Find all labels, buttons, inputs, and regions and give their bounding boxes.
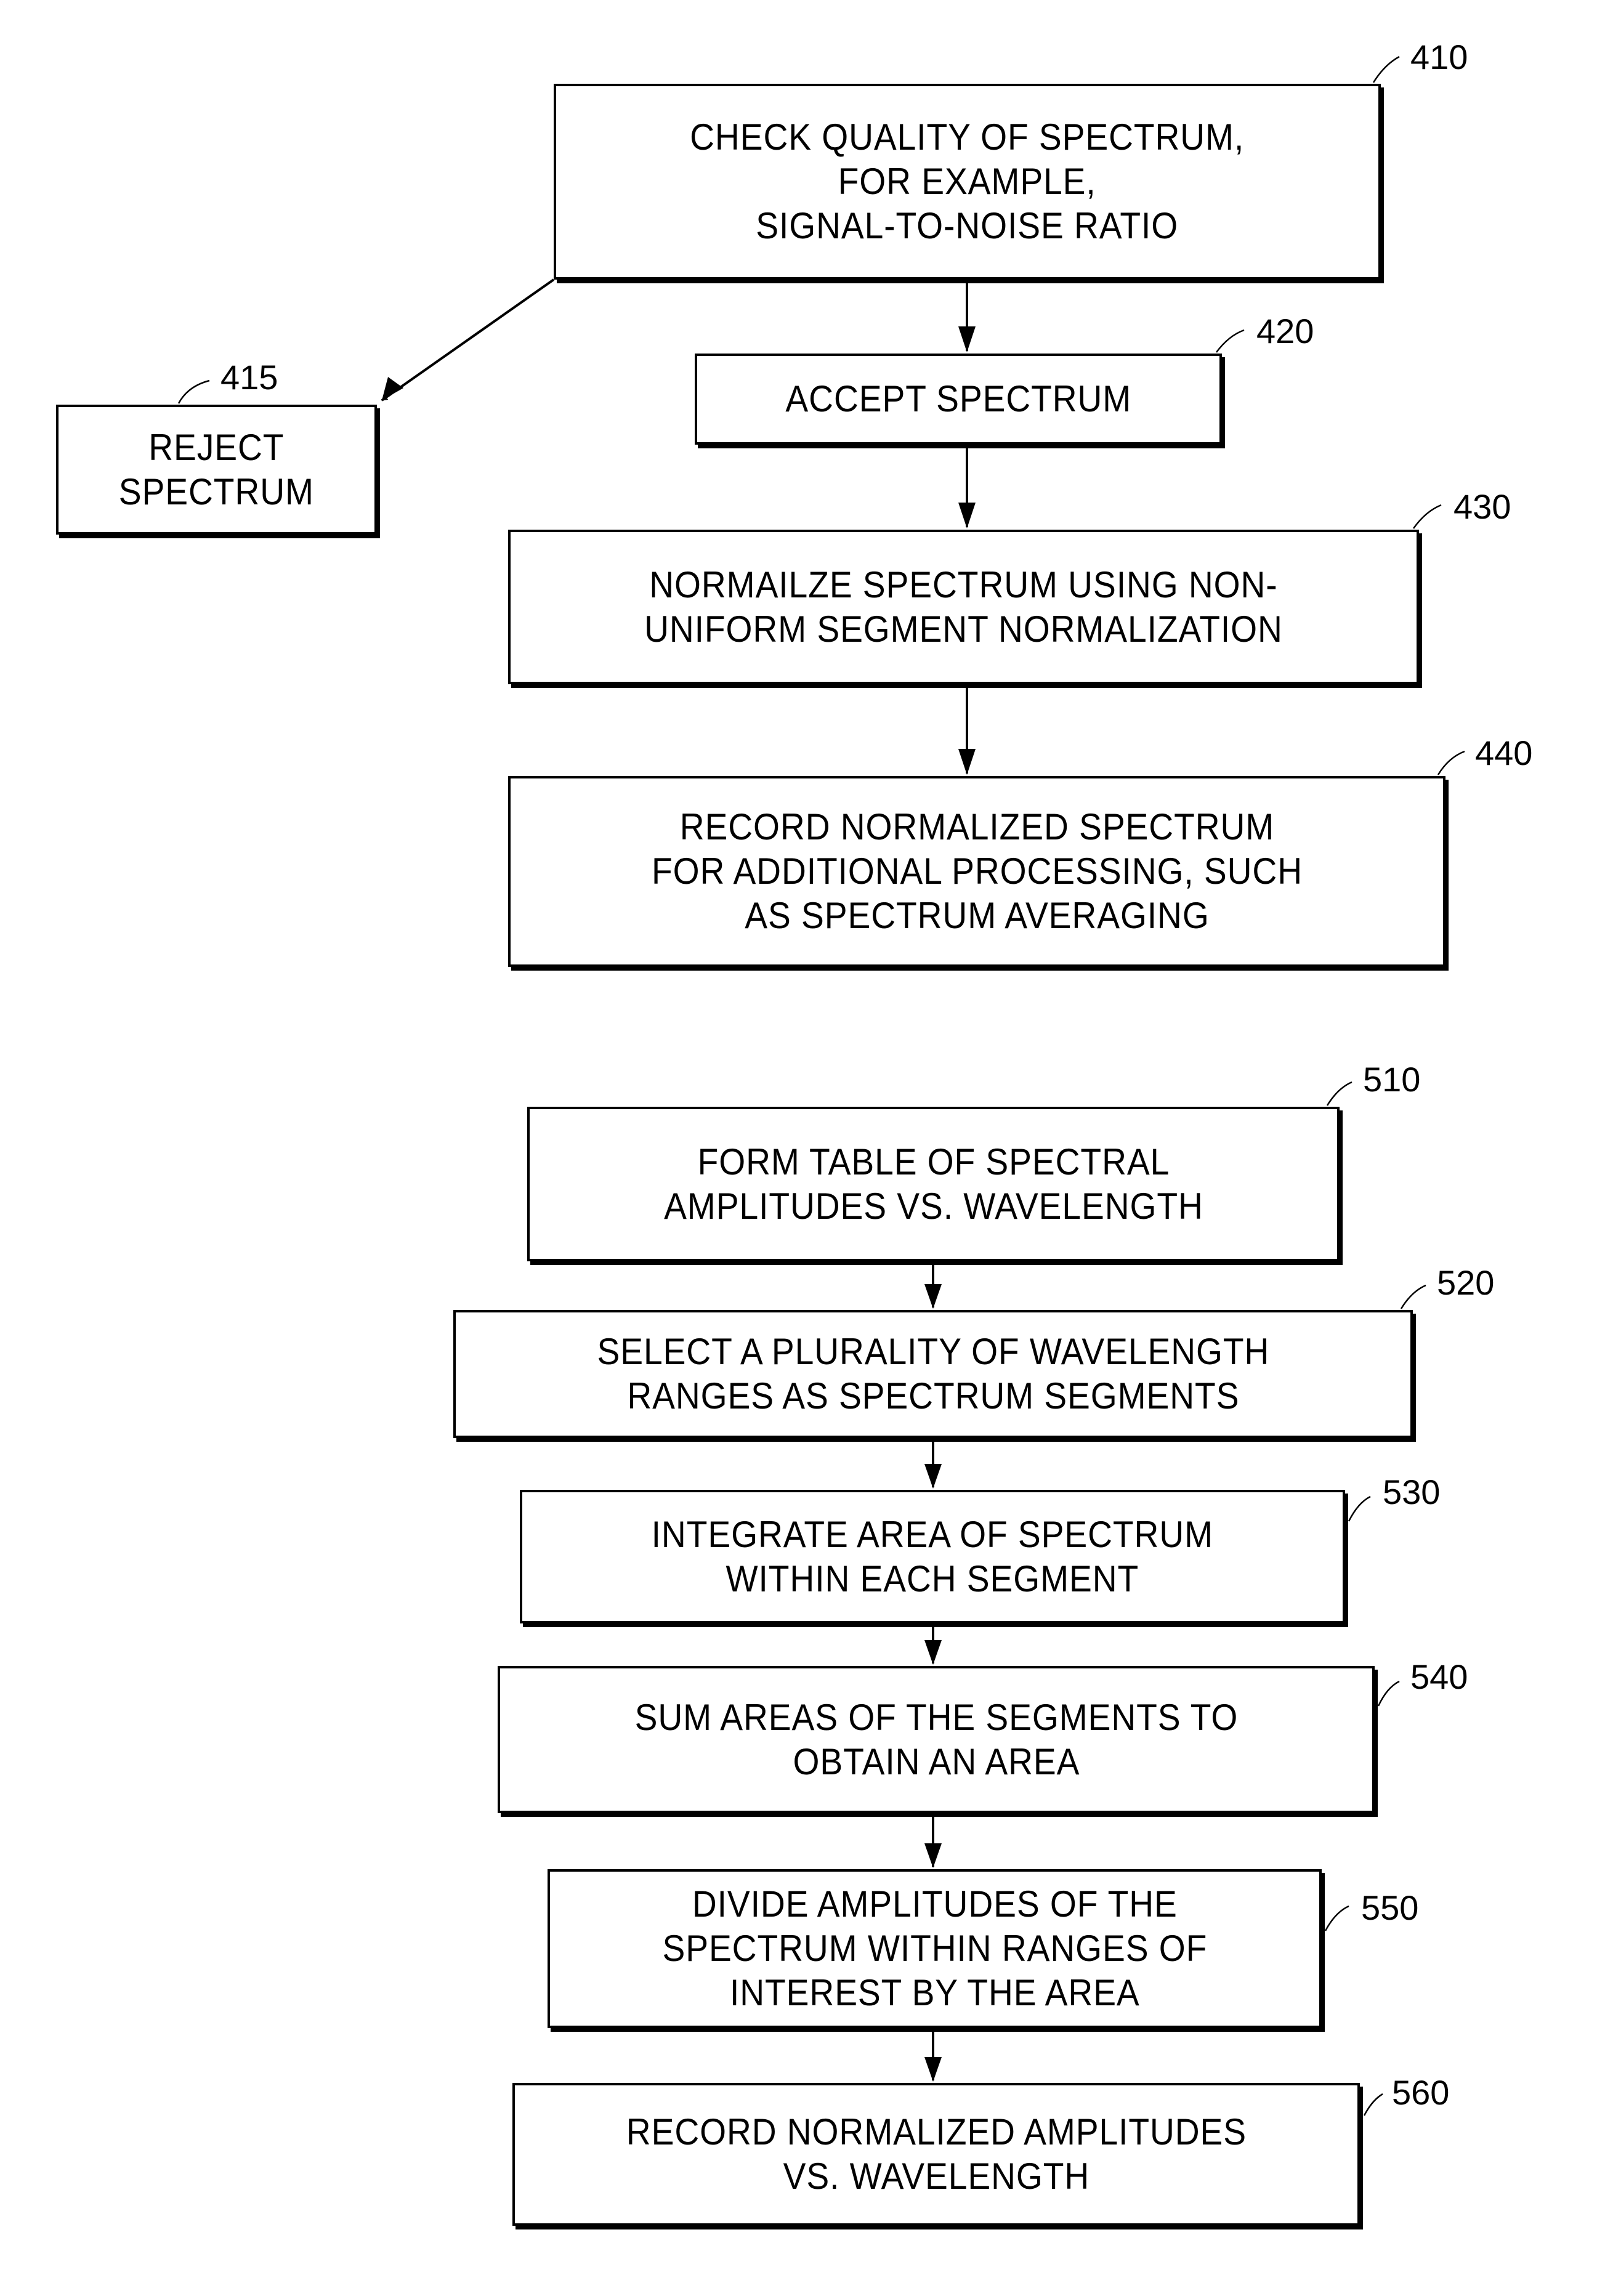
leader-560 [1363, 2093, 1383, 2116]
ref-430: 430 [1453, 487, 1511, 526]
arrowhead-560 [924, 2057, 942, 2082]
step-530-integrate-area: INTEGRATE AREA OF SPECTRUM WITHIN EACH S… [520, 1490, 1345, 1623]
step-440-record-normalized-spectrum: RECORD NORMALIZED SPECTRUM FOR ADDITIONA… [508, 776, 1445, 967]
step-530-text: INTEGRATE AREA OF SPECTRUM WITHIN EACH S… [651, 1513, 1214, 1599]
step-550-text: DIVIDE AMPLITUDES OF THE SPECTRUM WITHIN… [662, 1883, 1207, 2013]
ref-560: 560 [1392, 2073, 1450, 2112]
leader-410 [1372, 55, 1400, 83]
ref-410: 410 [1410, 38, 1468, 76]
step-520-select-ranges: SELECT A PLURALITY OF WAVELENGTH RANGES … [453, 1310, 1413, 1438]
arrow-410-to-415 [381, 278, 555, 402]
step-540-text: SUM AREAS OF THE SEGMENTS TO OBTAIN AN A… [634, 1696, 1238, 1782]
step-415-text: REJECT SPECTRUM [118, 426, 315, 512]
step-420-accept-spectrum: ACCEPT SPECTRUM [695, 354, 1222, 445]
step-415-reject-spectrum: REJECT SPECTRUM [56, 405, 377, 535]
step-440-text: RECORD NORMALIZED SPECTRUM FOR ADDITIONA… [651, 806, 1303, 936]
step-540-sum-areas: SUM AREAS OF THE SEGMENTS TO OBTAIN AN A… [498, 1666, 1375, 1813]
step-420-text: ACCEPT SPECTRUM [785, 378, 1131, 419]
arrowhead-430 [958, 503, 976, 528]
step-510-text: FORM TABLE OF SPECTRAL AMPLITUDES VS. WA… [663, 1141, 1203, 1227]
arrowhead-440 [958, 749, 976, 775]
ref-520: 520 [1437, 1263, 1495, 1302]
arrowhead-550 [924, 1843, 942, 1868]
step-510-form-table: FORM TABLE OF SPECTRAL AMPLITUDES VS. WA… [527, 1107, 1340, 1261]
leader-430 [1412, 504, 1442, 529]
step-430-text: NORMAILZE SPECTRUM USING NON- UNIFORM SE… [644, 564, 1283, 650]
arrowhead-520 [924, 1284, 942, 1309]
arrowhead-540 [924, 1640, 942, 1665]
ref-540: 540 [1410, 1657, 1468, 1696]
leader-550 [1324, 1905, 1349, 1931]
leader-520 [1400, 1284, 1426, 1309]
step-520-text: SELECT A PLURALITY OF WAVELENGTH RANGES … [597, 1331, 1269, 1417]
step-560-record-normalized-amplitudes: RECORD NORMALIZED AMPLITUDES VS. WAVELEN… [512, 2083, 1360, 2226]
arrowhead-530 [924, 1464, 942, 1489]
ref-440: 440 [1475, 734, 1533, 772]
ref-530: 530 [1383, 1473, 1441, 1511]
step-410-check-quality: CHECK QUALITY OF SPECTRUM, FOR EXAMPLE, … [554, 84, 1381, 280]
leader-420 [1215, 329, 1245, 353]
leader-440 [1437, 750, 1465, 775]
leader-530 [1348, 1495, 1371, 1522]
step-430-normalize-spectrum: NORMAILZE SPECTRUM USING NON- UNIFORM SE… [508, 530, 1419, 684]
ref-415: 415 [220, 358, 278, 397]
step-550-divide-amplitudes: DIVIDE AMPLITUDES OF THE SPECTRUM WITHIN… [548, 1869, 1322, 2028]
leader-415 [177, 379, 210, 404]
leader-510 [1326, 1081, 1352, 1106]
ref-420: 420 [1256, 312, 1314, 350]
step-560-text: RECORD NORMALIZED AMPLITUDES VS. WAVELEN… [626, 2111, 1247, 2197]
arrowhead-415 [382, 377, 403, 400]
arrowhead-420 [958, 326, 976, 352]
leader-540 [1377, 1680, 1400, 1707]
ref-550: 550 [1361, 1888, 1419, 1927]
step-410-text: CHECK QUALITY OF SPECTRUM, FOR EXAMPLE, … [690, 116, 1245, 246]
ref-510: 510 [1363, 1060, 1421, 1099]
